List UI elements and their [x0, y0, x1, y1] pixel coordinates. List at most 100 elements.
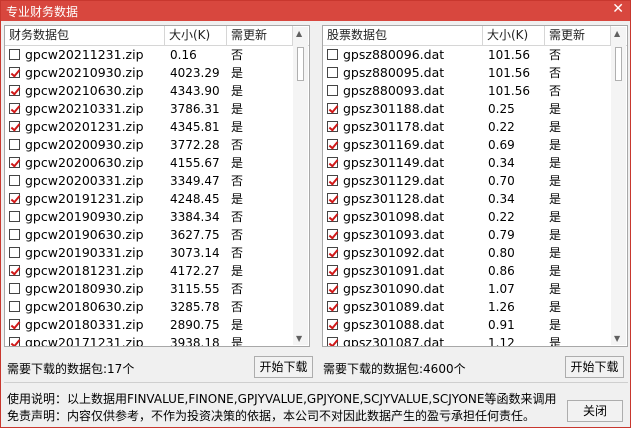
close-button[interactable]: 关闭 — [567, 400, 623, 422]
scroll-down-icon[interactable]: ▼ — [296, 334, 302, 343]
needs-update: 是 — [549, 102, 562, 116]
scroll-up-icon[interactable]: ▲ — [296, 29, 302, 38]
row-checkbox[interactable] — [9, 193, 20, 204]
column-header-package[interactable]: 财务数据包 — [5, 26, 165, 45]
row-checkbox[interactable] — [9, 103, 20, 114]
package-name: gpsz301088.dat — [343, 317, 445, 332]
row-checkbox[interactable] — [327, 247, 338, 258]
needs-update: 是 — [549, 228, 562, 242]
package-name: gpcw20210930.zip — [25, 65, 144, 80]
package-name: gpcw20180630.zip — [25, 299, 144, 314]
needs-update: 否 — [231, 228, 244, 242]
row-checkbox[interactable] — [9, 247, 20, 258]
needs-update: 否 — [231, 138, 244, 152]
row-checkbox[interactable] — [327, 103, 338, 114]
row-checkbox[interactable] — [327, 301, 338, 312]
needs-update: 是 — [549, 156, 562, 170]
row-checkbox[interactable] — [9, 211, 20, 222]
needs-update: 是 — [231, 264, 244, 278]
package-name: gpsz301090.dat — [343, 281, 445, 296]
needs-update: 否 — [231, 174, 244, 188]
needs-update: 是 — [231, 156, 244, 170]
vertical-scrollbar[interactable]: ▲ ▼ — [293, 27, 308, 345]
package-name: gpsz301089.dat — [343, 299, 445, 314]
needs-update: 否 — [549, 66, 562, 80]
row-checkbox[interactable] — [327, 139, 338, 150]
row-checkbox[interactable] — [9, 175, 20, 186]
scroll-down-icon[interactable]: ▼ — [614, 334, 620, 343]
row-checkbox[interactable] — [327, 67, 338, 78]
row-checkbox[interactable] — [327, 157, 338, 168]
package-name: gpcw20210630.zip — [25, 83, 144, 98]
row-checkbox[interactable] — [327, 319, 338, 330]
row-checkbox[interactable] — [9, 49, 20, 60]
row-checkbox[interactable] — [327, 175, 338, 186]
row-checkbox[interactable] — [327, 193, 338, 204]
row-checkbox[interactable] — [9, 67, 20, 78]
row-checkbox[interactable] — [9, 85, 20, 96]
package-size: 3349.47 — [170, 174, 220, 188]
row-checkbox[interactable] — [327, 49, 338, 60]
needs-update: 是 — [549, 318, 562, 332]
package-size: 3073.14 — [170, 246, 220, 260]
scroll-up-icon[interactable]: ▲ — [614, 29, 620, 38]
package-size: 3384.34 — [170, 210, 220, 224]
row-checkbox[interactable] — [9, 301, 20, 312]
vertical-scrollbar[interactable]: ▲ ▼ — [611, 27, 626, 345]
stock-package-list[interactable]: 股票数据包 大小(K) 需更新 gpsz880096.dat 101.56 否 gps… — [322, 25, 628, 347]
package-name: gpsz301188.dat — [343, 101, 445, 116]
close-icon[interactable]: ✕ — [612, 1, 624, 17]
row-checkbox[interactable] — [327, 283, 338, 294]
needs-update: 是 — [231, 66, 244, 80]
package-size: 0.91 — [488, 318, 515, 332]
finance-package-list[interactable]: 财务数据包 大小(K) 需更新 gpcw20211231.zip 0.16 否 gpc… — [4, 25, 310, 347]
row-checkbox[interactable] — [9, 265, 20, 276]
column-header-size[interactable]: 大小(K) — [165, 26, 227, 45]
needs-update: 是 — [549, 282, 562, 296]
package-name: gpcw20210331.zip — [25, 101, 144, 116]
package-size: 4248.45 — [170, 192, 220, 206]
row-checkbox[interactable] — [9, 229, 20, 240]
package-size: 3115.55 — [170, 282, 220, 296]
list-header: 财务数据包 大小(K) 需更新 — [5, 26, 309, 46]
package-size: 0.79 — [488, 228, 515, 242]
needs-update: 否 — [549, 84, 562, 98]
package-name: gpsz301129.dat — [343, 173, 445, 188]
title-bar[interactable]: 专业财务数据 ✕ — [1, 1, 630, 21]
right-download-count: 需要下载的数据包:4600个 — [323, 362, 466, 376]
needs-update: 否 — [231, 246, 244, 260]
row-checkbox[interactable] — [327, 211, 338, 222]
divider — [4, 382, 628, 383]
row-checkbox[interactable] — [9, 139, 20, 150]
row-checkbox[interactable] — [327, 85, 338, 96]
row-checkbox[interactable] — [9, 337, 20, 346]
package-size: 4343.90 — [170, 84, 220, 98]
package-size: 4345.81 — [170, 120, 220, 134]
list-header: 股票数据包 大小(K) 需更新 — [323, 26, 627, 46]
row-checkbox[interactable] — [327, 265, 338, 276]
column-header-update[interactable]: 需更新 — [227, 26, 293, 45]
row-checkbox[interactable] — [9, 121, 20, 132]
needs-update: 是 — [549, 264, 562, 278]
column-header-size[interactable]: 大小(K) — [483, 26, 545, 45]
package-name: gpcw20180331.zip — [25, 317, 144, 332]
row-checkbox[interactable] — [9, 283, 20, 294]
right-start-download-button[interactable]: 开始下载 — [565, 356, 624, 378]
row-checkbox[interactable] — [327, 121, 338, 132]
package-size: 0.69 — [488, 138, 515, 152]
needs-update: 否 — [231, 300, 244, 314]
scroll-thumb[interactable] — [297, 47, 304, 81]
needs-update: 是 — [231, 120, 244, 134]
package-size: 101.56 — [488, 48, 530, 62]
row-checkbox[interactable] — [9, 319, 20, 330]
package-size: 3285.78 — [170, 300, 220, 314]
column-header-update[interactable]: 需更新 — [545, 26, 611, 45]
package-size: 0.80 — [488, 246, 515, 260]
scroll-thumb[interactable] — [615, 47, 622, 81]
row-checkbox[interactable] — [327, 229, 338, 240]
left-start-download-button[interactable]: 开始下载 — [254, 356, 313, 378]
row-checkbox[interactable] — [9, 157, 20, 168]
package-name: gpcw20200331.zip — [25, 173, 144, 188]
column-header-package[interactable]: 股票数据包 — [323, 26, 483, 45]
row-checkbox[interactable] — [327, 337, 338, 346]
